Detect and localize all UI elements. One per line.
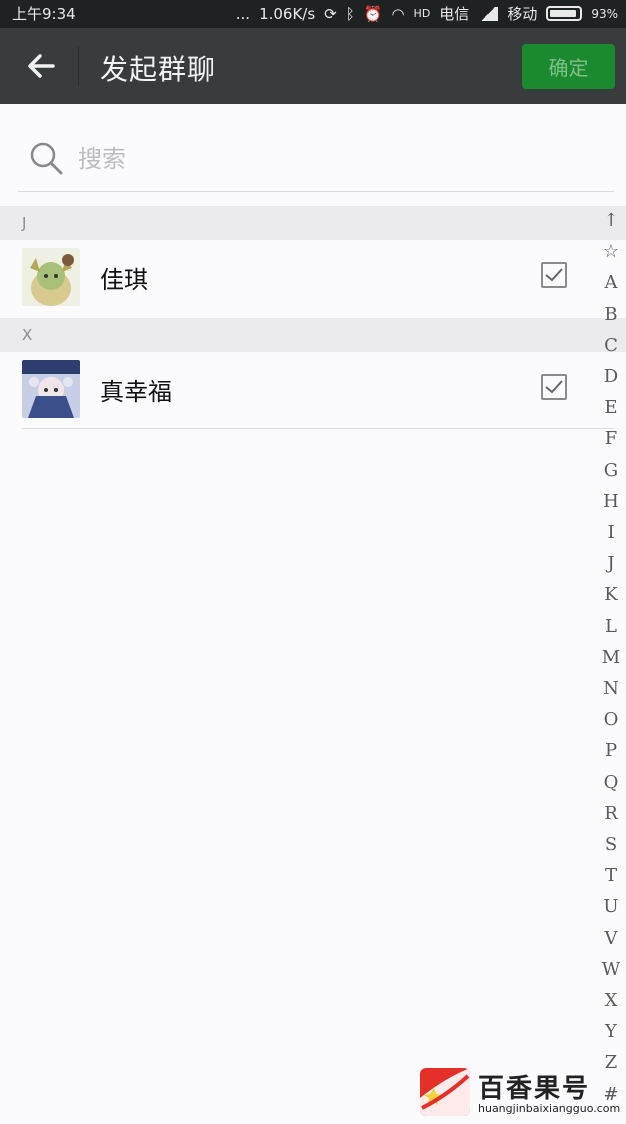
alphabet-index-bar[interactable]: ↑ ☆ A B C D E F G H I J K L M N O P Q R S T U V W X Y Z #: [596, 206, 626, 1106]
index-item[interactable]: R: [596, 803, 626, 825]
status-time: 上午9:34: [12, 5, 76, 23]
carrier-telecom: 电信: [439, 5, 470, 23]
check-icon: [545, 380, 563, 394]
watermark-title: 百香果号: [478, 1074, 591, 1104]
contact-name: 佳琪: [100, 266, 148, 294]
section-header-x: X: [0, 318, 626, 352]
battery-icon: [546, 6, 583, 21]
watermark-url: huangjinbaixiangguo.com: [478, 1102, 621, 1115]
index-item[interactable]: ☆: [596, 241, 626, 263]
bluetooth-icon: ᛒ: [345, 4, 355, 23]
index-item[interactable]: L: [596, 616, 626, 638]
network-speed: 1.06K/s: [259, 4, 316, 23]
index-item[interactable]: V: [596, 928, 626, 950]
contact-checkbox[interactable]: [541, 374, 567, 400]
title-divider: [78, 46, 79, 86]
contact-name: 真幸福: [100, 378, 172, 406]
watermark-logo: [420, 1068, 470, 1116]
index-item[interactable]: B: [596, 304, 626, 326]
carrier-mobile: 移动: [507, 5, 538, 23]
wifi-icon: ◠: [391, 4, 405, 23]
index-item[interactable]: U: [596, 896, 626, 918]
alarm-icon: ⏰: [363, 4, 383, 23]
index-item[interactable]: G: [596, 460, 626, 482]
index-item[interactable]: Y: [596, 1021, 626, 1043]
search-bar: [18, 128, 614, 192]
index-item[interactable]: S: [596, 834, 626, 856]
index-item[interactable]: D: [596, 366, 626, 388]
avatar: [22, 360, 80, 418]
title-bar: 发起群聊 确定: [0, 28, 626, 104]
sync-icon: ⟳: [324, 4, 337, 23]
contact-row-jiaqi[interactable]: 佳琪: [0, 240, 600, 316]
index-item[interactable]: J: [596, 553, 626, 575]
search-input[interactable]: [78, 142, 578, 176]
status-icons: ... 1.06K/s ⟳ ᛒ ⏰ ◠ HD 电信 移动 93%: [236, 3, 618, 24]
battery-percent: 93%: [591, 6, 618, 21]
check-icon: [545, 268, 563, 282]
index-item[interactable]: P: [596, 740, 626, 762]
arrow-left-icon: [28, 54, 55, 78]
index-item[interactable]: K: [596, 584, 626, 606]
battery-fill: [550, 10, 577, 17]
contact-checkbox[interactable]: [541, 262, 567, 288]
search-icon: [30, 142, 63, 175]
index-item[interactable]: A: [596, 272, 626, 294]
index-item[interactable]: W: [596, 959, 626, 981]
watermark: 百香果号 huangjinbaixiangguo.com: [420, 1066, 620, 1118]
hd-badge: HD: [413, 7, 431, 20]
index-item[interactable]: T: [596, 865, 626, 887]
index-item[interactable]: I: [596, 522, 626, 544]
contact-row-zhenxingfu[interactable]: 真幸福: [0, 352, 600, 428]
index-item[interactable]: N: [596, 678, 626, 700]
index-item[interactable]: O: [596, 709, 626, 731]
index-item[interactable]: Q: [596, 772, 626, 794]
signal-icon: [478, 6, 499, 21]
index-item[interactable]: E: [596, 397, 626, 419]
confirm-button[interactable]: 确定: [522, 44, 615, 89]
status-bar: 上午9:34 ... 1.06K/s ⟳ ᛒ ⏰ ◠ HD 电信 移动 93%: [0, 0, 626, 28]
status-dots: ...: [235, 4, 251, 23]
index-item[interactable]: M: [596, 647, 626, 669]
back-button[interactable]: [18, 44, 64, 88]
index-item[interactable]: X: [596, 990, 626, 1012]
page-title: 发起群聊: [100, 53, 217, 86]
index-item[interactable]: H: [596, 491, 626, 513]
row-divider: [22, 428, 614, 429]
index-item[interactable]: ↑: [596, 210, 626, 232]
section-header-j: J: [0, 206, 626, 240]
index-item[interactable]: C: [596, 335, 626, 357]
index-item[interactable]: F: [596, 428, 626, 450]
avatar: [22, 248, 80, 306]
